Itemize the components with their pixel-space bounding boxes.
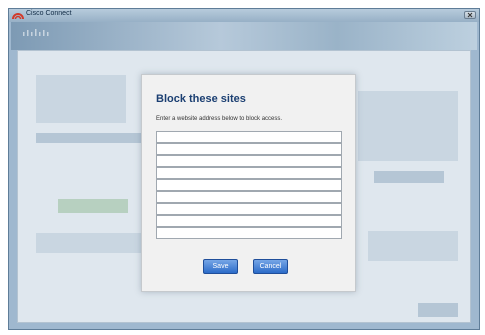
close-icon bbox=[467, 12, 473, 18]
site-input-7[interactable] bbox=[156, 203, 342, 215]
cancel-button[interactable]: Cancel bbox=[253, 259, 288, 274]
background-panel bbox=[36, 233, 151, 253]
background-panel bbox=[58, 199, 128, 213]
background-panel bbox=[374, 171, 444, 183]
site-input-9[interactable] bbox=[156, 227, 342, 239]
site-input-5[interactable] bbox=[156, 179, 342, 191]
site-input-3[interactable] bbox=[156, 155, 342, 167]
dialog-title: Block these sites bbox=[156, 93, 246, 105]
background-panel bbox=[358, 91, 458, 161]
site-input-2[interactable] bbox=[156, 143, 342, 155]
title-bar: Cisco Connect bbox=[9, 9, 479, 22]
background-panel bbox=[418, 303, 458, 317]
dialog-instructions: Enter a website address below to block a… bbox=[156, 116, 283, 122]
background-panel bbox=[36, 75, 126, 123]
site-input-4[interactable] bbox=[156, 167, 342, 179]
close-button[interactable] bbox=[464, 11, 476, 19]
app-header bbox=[11, 22, 477, 50]
cisco-logo-icon bbox=[12, 13, 24, 20]
site-input-1[interactable] bbox=[156, 131, 342, 143]
block-sites-dialog: Block these sites Enter a website addres… bbox=[141, 74, 356, 292]
cisco-brand-mark bbox=[23, 29, 49, 36]
background-panel bbox=[36, 133, 146, 143]
site-input-8[interactable] bbox=[156, 215, 342, 227]
background-panel bbox=[368, 231, 458, 261]
site-input-6[interactable] bbox=[156, 191, 342, 203]
window-title: Cisco Connect bbox=[26, 10, 72, 17]
save-button[interactable]: Save bbox=[203, 259, 238, 274]
